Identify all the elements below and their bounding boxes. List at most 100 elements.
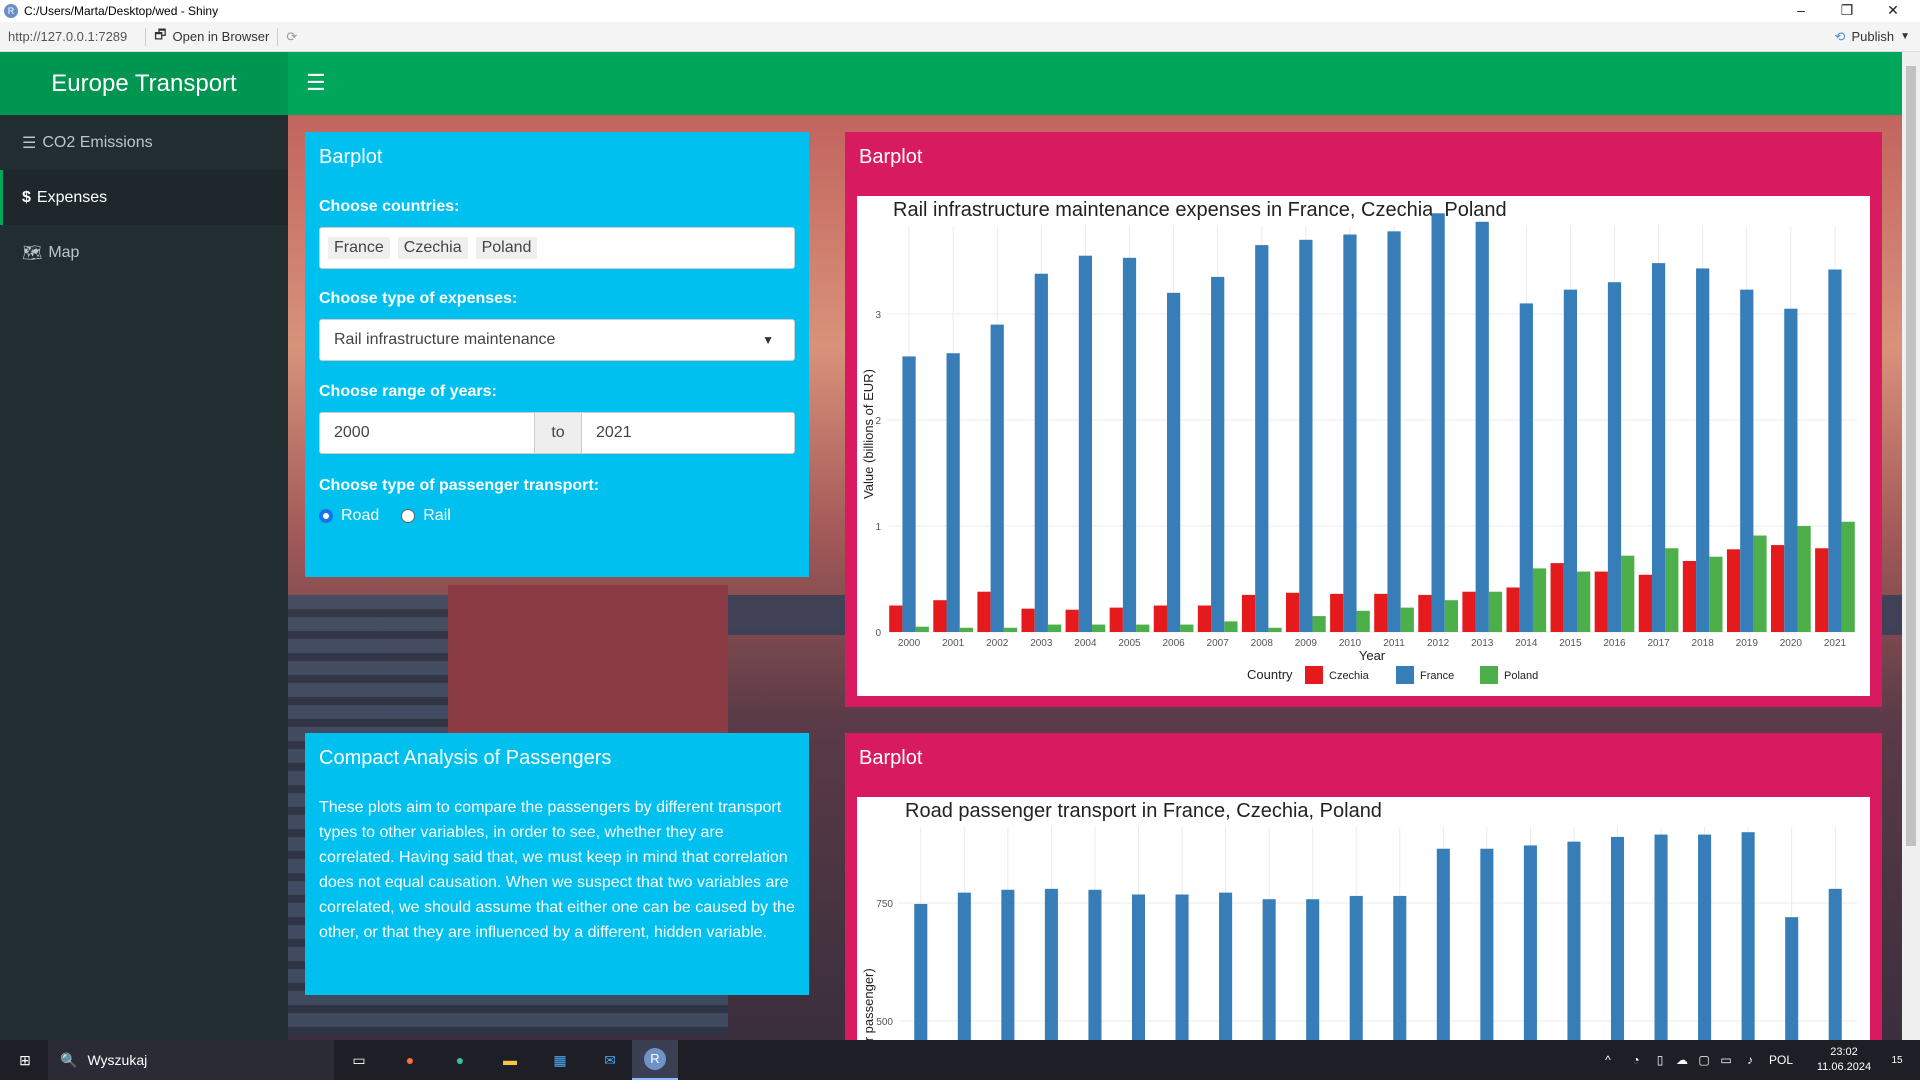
x-tick-label: 2019 xyxy=(1736,638,1759,649)
bar-france xyxy=(1343,234,1357,632)
bar-france xyxy=(1654,834,1668,1040)
bar-france xyxy=(1175,894,1189,1040)
volume-icon[interactable]: ♪ xyxy=(1740,1040,1760,1080)
bar-czechia xyxy=(1286,592,1300,632)
caret-down-icon: ▼ xyxy=(762,333,774,347)
device-icon[interactable]: ▯ xyxy=(1650,1040,1670,1080)
expense-type-value: Rail infrastructure maintenance xyxy=(334,331,556,348)
notification-icon[interactable]: 15 xyxy=(1882,1040,1912,1080)
bar-poland xyxy=(1268,627,1282,632)
bar-poland xyxy=(1488,591,1503,632)
brand-logo[interactable]: Europe Transport xyxy=(0,52,288,115)
radio-road-label[interactable]: Road xyxy=(341,507,379,525)
sidebar-item-co2-emissions[interactable]: ☰ CO2 Emissions xyxy=(0,115,288,170)
minimize-button[interactable]: – xyxy=(1778,0,1824,22)
windows-start-icon[interactable]: ⊞ xyxy=(10,1040,40,1080)
browser-icon: 🗗 xyxy=(154,26,167,42)
x-tick-label: 2015 xyxy=(1559,638,1582,649)
edge-icon[interactable]: ● xyxy=(445,1040,475,1080)
x-tick-label: 2002 xyxy=(986,638,1009,649)
bar-czechia xyxy=(1241,594,1256,632)
store-icon[interactable]: ▦ xyxy=(545,1040,575,1080)
x-tick-label: 2009 xyxy=(1295,638,1318,649)
sidebar-item-label: Expenses xyxy=(36,188,108,206)
expense-type-select[interactable]: Rail infrastructure maintenance ▼ xyxy=(319,319,795,361)
sidebar-toggle-icon[interactable]: ☰ xyxy=(306,72,326,94)
year-from-input[interactable]: 2000 xyxy=(320,413,534,453)
notification-count: 15 xyxy=(1891,1054,1903,1066)
road-passenger-chart: Road passenger transport in France, Czec… xyxy=(861,800,1857,1040)
country-chip[interactable]: Poland xyxy=(475,237,538,259)
x-tick-label: 2021 xyxy=(1824,638,1847,649)
bar-france xyxy=(1001,889,1015,1040)
sidebar-item-expenses[interactable]: $ Expenses xyxy=(0,170,288,225)
scrollbar-thumb[interactable] xyxy=(1906,66,1916,846)
chevron-up-icon[interactable]: ^ xyxy=(1598,1040,1618,1080)
plot-panel-1: Rail infrastructure maintenance expenses… xyxy=(857,196,1870,696)
country-chip[interactable]: France xyxy=(328,237,390,259)
bar-poland xyxy=(1356,610,1370,632)
firefox-icon[interactable]: ● xyxy=(395,1040,425,1080)
publish-button[interactable]: ⟲ Publish ▼ xyxy=(1835,29,1910,45)
close-button[interactable]: ✕ xyxy=(1870,0,1916,22)
bar-france xyxy=(1211,276,1225,632)
bar-france xyxy=(902,356,916,632)
mail-icon[interactable]: ✉ xyxy=(595,1040,625,1080)
chart-title: Rail infrastructure maintenance expenses… xyxy=(893,199,1507,221)
taskbar-search-label: Wyszukaj xyxy=(87,1052,148,1068)
bar-czechia xyxy=(1021,608,1035,632)
country-chip[interactable]: Czechia xyxy=(397,237,468,259)
x-tick-label: 2005 xyxy=(1118,638,1141,649)
rstudio-taskbar-icon[interactable]: R xyxy=(632,1040,678,1080)
bar-poland xyxy=(1532,568,1547,632)
bar-poland xyxy=(1312,616,1326,632)
countries-label: Choose countries: xyxy=(319,198,460,215)
network-icon[interactable]: ◔ xyxy=(1626,1040,1646,1080)
display-icon[interactable]: ▢ xyxy=(1694,1040,1714,1080)
bar-france xyxy=(1088,889,1102,1040)
bar-france xyxy=(1519,303,1533,632)
battery-icon[interactable]: ▭ xyxy=(1716,1040,1736,1080)
plot-box-2-title: Barplot xyxy=(859,747,923,769)
task-view-icon[interactable]: ▭ xyxy=(344,1040,374,1080)
analysis-title: Compact Analysis of Passengers xyxy=(319,747,612,769)
bar-france xyxy=(1607,282,1622,632)
sidebar-item-label: CO2 Emissions xyxy=(42,133,153,151)
bar-france xyxy=(1166,292,1181,632)
window-title: C:/Users/Marta/Desktop/wed - Shiny xyxy=(24,4,219,18)
bar-czechia xyxy=(1638,574,1652,632)
legend-label: France xyxy=(1420,670,1454,682)
taskbar-search[interactable]: 🔍 Wyszukaj xyxy=(48,1040,334,1080)
page-scrollbar[interactable] xyxy=(1902,52,1920,1040)
sidebar-item-map[interactable]: 🗺 Map xyxy=(0,225,288,280)
cloud-icon[interactable]: ☁ xyxy=(1672,1040,1692,1080)
year-range-separator: to xyxy=(534,413,582,453)
x-axis-label: Year xyxy=(1359,648,1386,663)
radio-road[interactable] xyxy=(319,509,333,523)
radio-rail-label[interactable]: Rail xyxy=(423,507,451,525)
bar-france xyxy=(990,324,1004,632)
year-to-input[interactable]: 2021 xyxy=(582,413,794,453)
transport-radio-group: Road Rail xyxy=(319,507,451,525)
bar-poland xyxy=(1180,624,1194,632)
countries-select[interactable]: France Czechia Poland xyxy=(319,227,795,269)
bar-france xyxy=(957,892,971,1040)
legend-swatch xyxy=(1305,666,1323,684)
refresh-icon[interactable]: ⟳ xyxy=(286,29,297,45)
publish-label: Publish xyxy=(1851,29,1895,44)
analysis-text: These plots aim to compare the passenger… xyxy=(319,799,795,941)
legend-label: Poland xyxy=(1504,670,1538,682)
bar-france xyxy=(1740,289,1754,632)
file-explorer-icon[interactable]: ▬ xyxy=(495,1040,525,1080)
bar-czechia xyxy=(1153,605,1167,632)
language-indicator[interactable]: POL xyxy=(1766,1040,1796,1080)
clock[interactable]: 23:02 11.06.2024 xyxy=(1808,1040,1880,1080)
bar-poland xyxy=(915,626,929,632)
transport-type-label: Choose type of passenger transport: xyxy=(319,477,600,494)
bar-czechia xyxy=(1330,593,1344,632)
bar-poland xyxy=(1709,556,1723,632)
analysis-box: Compact Analysis of Passengers These plo… xyxy=(305,733,809,995)
open-in-browser-button[interactable]: 🗗 Open in Browser xyxy=(154,26,269,48)
restore-button[interactable]: ❐ xyxy=(1824,0,1870,22)
radio-rail[interactable] xyxy=(401,509,416,523)
